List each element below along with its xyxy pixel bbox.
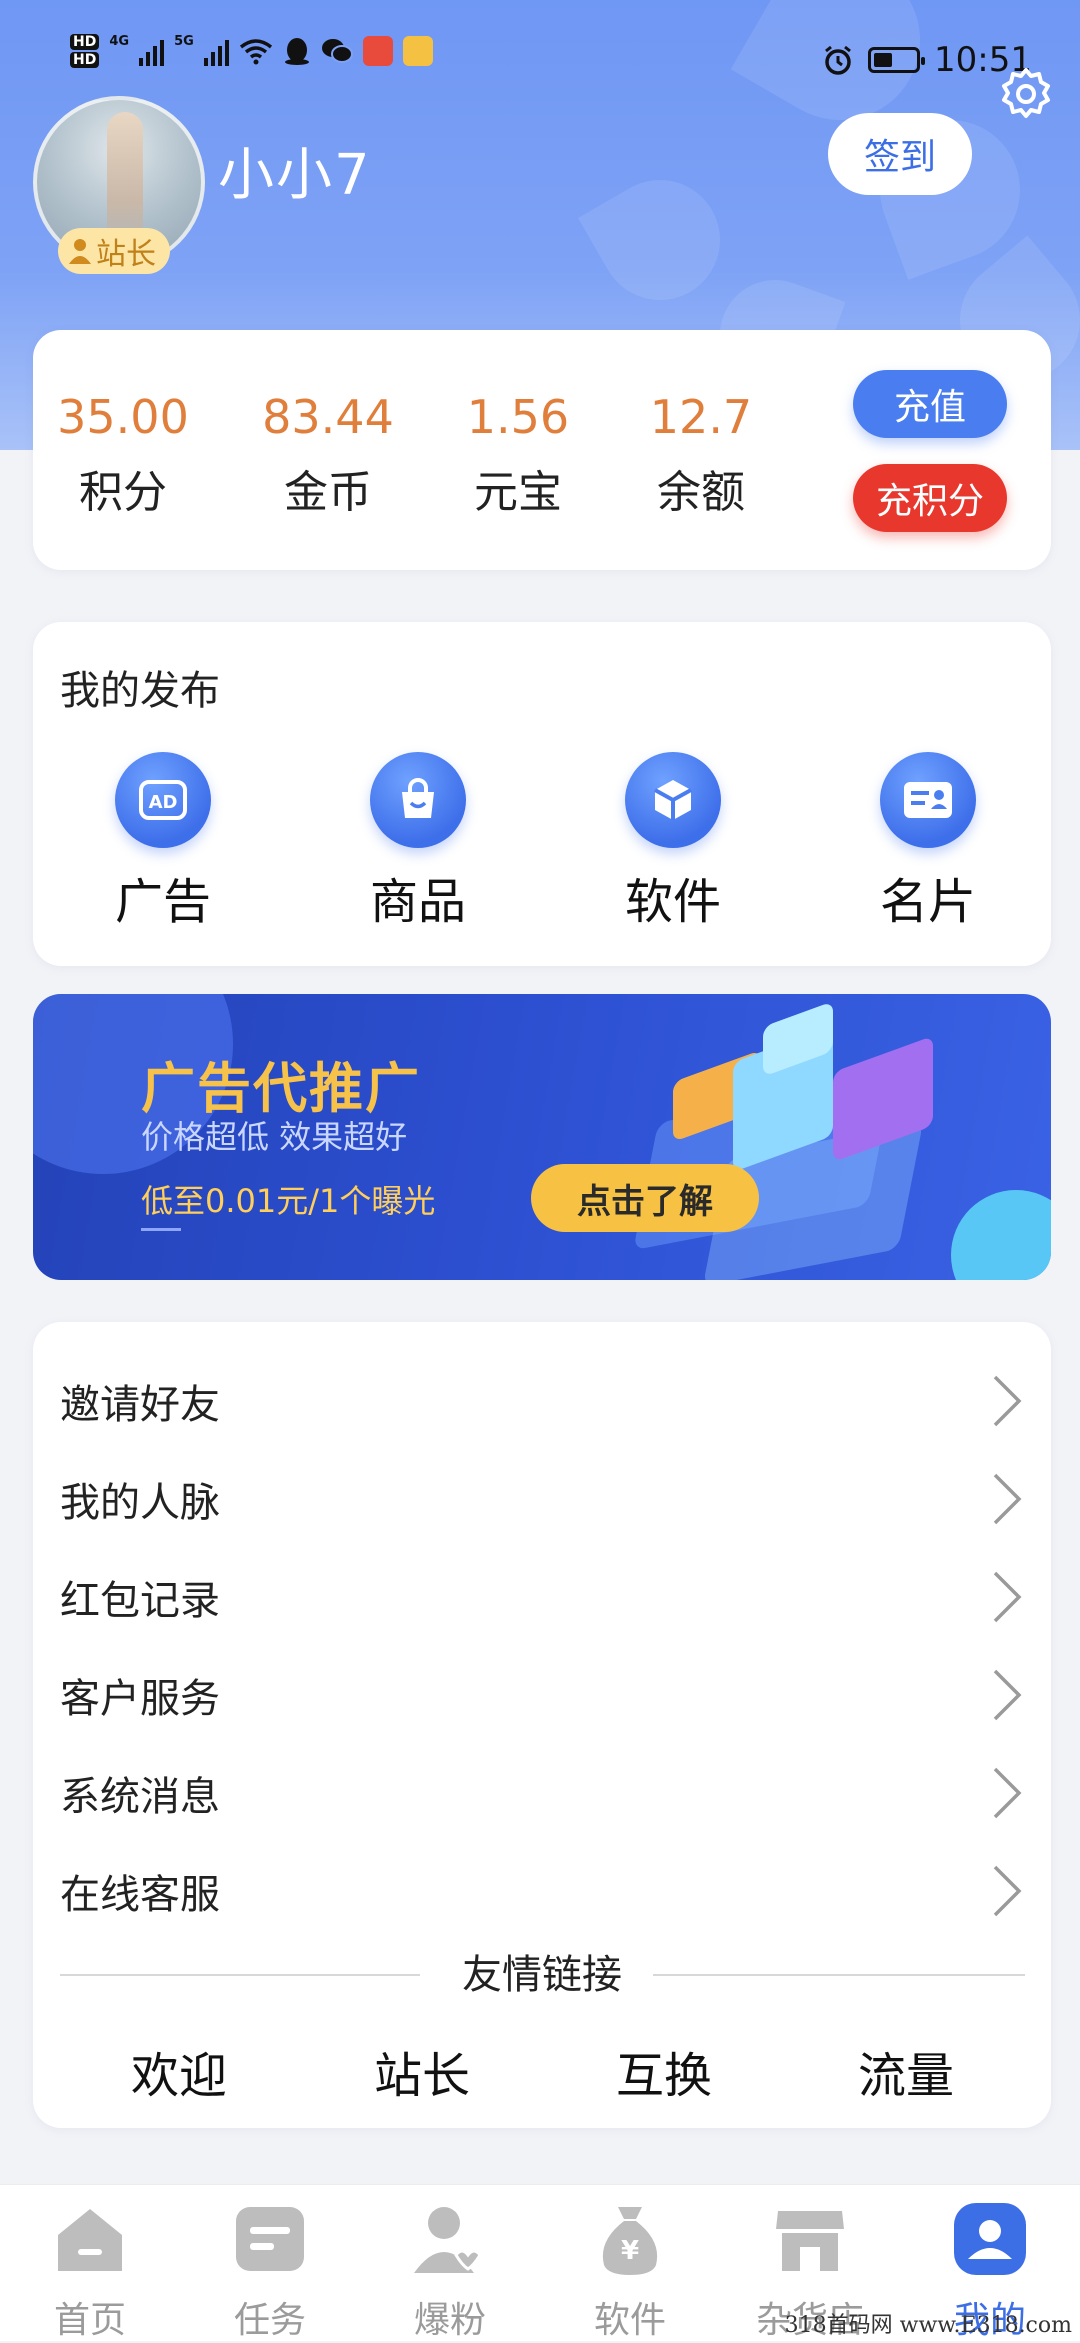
network-4g: 4G — [109, 34, 130, 49]
hd-indicators: HD HD — [70, 34, 100, 68]
alarm-icon — [825, 45, 851, 75]
stat-label: 金币 — [284, 467, 372, 518]
menu-item-customer-service[interactable]: 客户服务 — [33, 1646, 1051, 1744]
hd-indicator-2: HD — [70, 52, 100, 68]
menu-item-label: 邀请好友 — [60, 1382, 220, 1428]
menu-item-redpacket[interactable]: 红包记录 — [33, 1548, 1051, 1646]
publish-ad[interactable]: AD 广告 — [73, 752, 253, 932]
stat-coins[interactable]: 83.44 金币 — [248, 390, 408, 520]
weibo-icon — [402, 36, 433, 66]
tab-label: 任务 — [233, 2300, 306, 2341]
status-indicators: HD HD 4G 5G — [70, 34, 433, 68]
user-icon — [954, 2203, 1026, 2275]
svg-text:AD: AD — [149, 792, 178, 813]
publish-ad-label: 广告 — [114, 874, 211, 930]
tab-label: 首页 — [53, 2300, 126, 2341]
menu-card: 邀请好友 我的人脉 红包记录 客户服务 系统消息 在线客服 友情链接 欢迎 站长… — [33, 1322, 1051, 2128]
ad-icon: AD — [115, 752, 211, 848]
stat-value: 35.00 — [57, 390, 189, 444]
tab-home[interactable]: 首页 — [20, 2201, 160, 2343]
banner-subtitle: 价格超低 效果超好 — [141, 1118, 408, 1156]
friend-link-2[interactable]: 站长 — [342, 2036, 502, 2106]
banner-divider — [141, 1228, 181, 1231]
battery-icon — [868, 47, 926, 73]
recharge-points-button[interactable]: 充积分 — [853, 464, 1007, 532]
stat-label: 积分 — [79, 467, 167, 518]
stats-card: 35.00 积分 83.44 金币 1.56 元宝 12.7 余额 充值 充积分 — [33, 330, 1051, 570]
wechat-icon — [321, 39, 353, 63]
cube-icon — [625, 752, 721, 848]
my-publish-card: 我的发布 AD 广告 商品 软件 名片 — [33, 622, 1051, 966]
publish-card-label: 名片 — [879, 874, 976, 930]
tab-label: 爆粉 — [413, 2300, 486, 2341]
money-bag-icon: ¥ — [602, 2207, 658, 2275]
signal-icon-2 — [203, 36, 229, 66]
chevron-right-icon — [993, 1767, 1022, 1819]
role-badge: 站长 — [58, 228, 170, 274]
news-app-icon — [362, 36, 393, 66]
publish-software-label: 软件 — [624, 874, 721, 930]
chevron-right-icon — [993, 1375, 1022, 1427]
publish-goods[interactable]: 商品 — [328, 752, 508, 932]
stat-value: 1.56 — [466, 390, 570, 444]
banner-cta-button[interactable]: 点击了解 — [531, 1164, 759, 1232]
tab-fans[interactable]: 爆粉 — [380, 2201, 520, 2343]
role-badge-label: 站长 — [96, 237, 156, 272]
stat-points[interactable]: 35.00 积分 — [43, 390, 203, 520]
promo-banner[interactable]: 广告代推广 价格超低 效果超好 低至0.01元/1个曝光 点击了解 — [33, 994, 1051, 1280]
tab-label: 软件 — [593, 2300, 666, 2341]
menu-item-label: 红包记录 — [60, 1578, 220, 1624]
banner-price: 低至0.01元/1个曝光 — [141, 1182, 436, 1220]
chevron-right-icon — [993, 1473, 1022, 1525]
person-icon — [69, 239, 91, 264]
status-bar: HD HD 4G 5G 10:51 — [0, 0, 1080, 100]
store-icon — [776, 2211, 844, 2271]
task-icon — [236, 2207, 304, 2271]
recharge-button[interactable]: 充值 — [853, 370, 1007, 438]
publish-software[interactable]: 软件 — [583, 752, 763, 932]
menu-item-network[interactable]: 我的人脉 — [33, 1450, 1051, 1548]
chevron-right-icon — [993, 1571, 1022, 1623]
tab-tasks[interactable]: 任务 — [200, 2201, 340, 2343]
friend-link-1[interactable]: 欢迎 — [99, 2036, 259, 2106]
gear-icon[interactable] — [996, 64, 1056, 124]
hd-indicator-1: HD — [70, 34, 100, 50]
menu-item-label: 在线客服 — [60, 1872, 220, 1918]
signin-button[interactable]: 签到 — [828, 113, 972, 195]
stat-balance[interactable]: 12.7 余额 — [621, 390, 781, 520]
bottom-tab-bar: 首页 任务 爆粉 ¥ 软件 杂货店 我的 318首码网 www.E318.com — [0, 2184, 1080, 2341]
stat-ingots[interactable]: 1.56 元宝 — [438, 390, 598, 520]
stat-value: 12.7 — [649, 390, 753, 444]
menu-item-system-messages[interactable]: 系统消息 — [33, 1744, 1051, 1842]
divider-line — [653, 1974, 1025, 1976]
chevron-right-icon — [993, 1865, 1022, 1917]
publish-goods-label: 商品 — [369, 874, 466, 930]
chevron-right-icon — [993, 1669, 1022, 1721]
friend-link-3[interactable]: 互换 — [584, 2036, 744, 2106]
menu-item-invite[interactable]: 邀请好友 — [33, 1352, 1051, 1450]
shopping-bag-icon — [370, 752, 466, 848]
fans-icon — [414, 2207, 482, 2273]
watermark: 318首码网 www.E318.com — [784, 2313, 1072, 2338]
signal-icon — [139, 36, 165, 66]
menu-item-online-support[interactable]: 在线客服 — [33, 1842, 1051, 1940]
menu-item-label: 我的人脉 — [60, 1480, 220, 1526]
username: 小小7 — [218, 143, 372, 208]
qq-icon — [284, 38, 309, 65]
publish-card[interactable]: 名片 — [838, 752, 1018, 932]
id-card-icon — [880, 752, 976, 848]
stat-label: 元宝 — [474, 467, 562, 518]
menu-item-label: 客户服务 — [60, 1676, 220, 1722]
friend-link-4[interactable]: 流量 — [826, 2036, 986, 2106]
menu-item-label: 系统消息 — [60, 1774, 220, 1820]
home-icon — [58, 2209, 122, 2271]
network-5g: 5G — [174, 34, 194, 49]
section-title: 我的发布 — [60, 668, 220, 714]
stat-label: 余额 — [657, 467, 745, 518]
stat-value: 83.44 — [262, 390, 394, 444]
wifi-icon — [239, 39, 272, 65]
friends-links-title: 友情链接 — [462, 1952, 622, 1998]
svg-text:¥: ¥ — [621, 2236, 639, 2266]
tab-software[interactable]: ¥ 软件 — [560, 2201, 700, 2343]
